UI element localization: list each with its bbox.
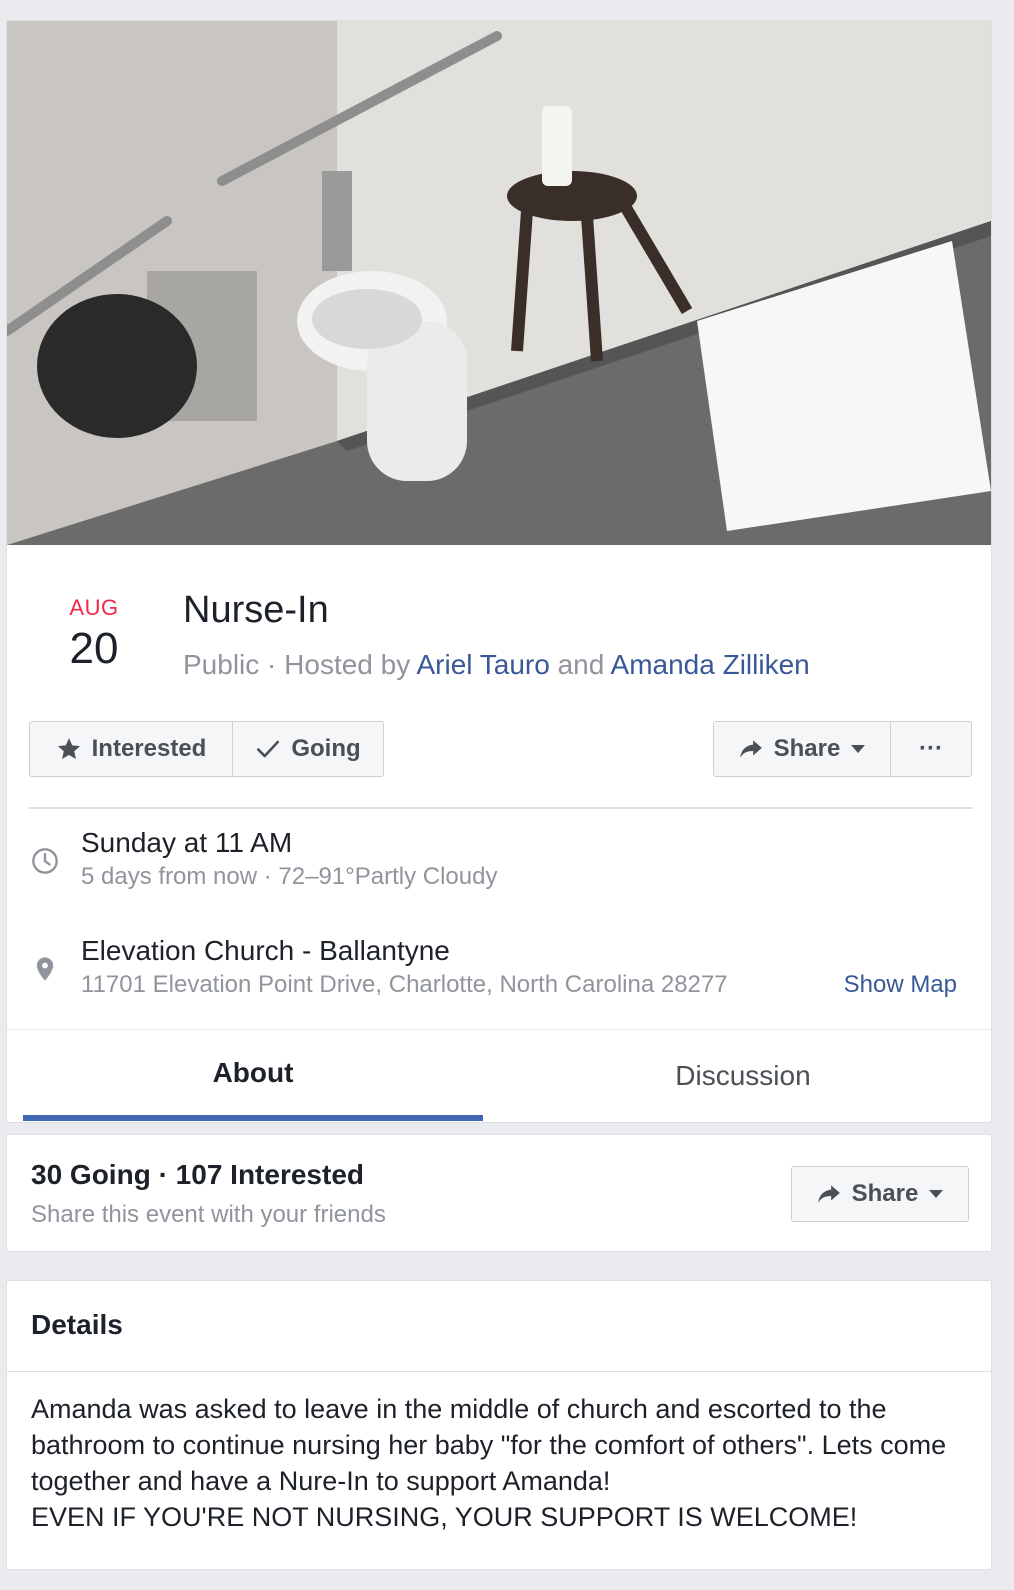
share-event-button[interactable]: Share — [791, 1166, 969, 1222]
event-date-day: 20 — [69, 624, 119, 673]
host-link-ariel[interactable]: Ariel Tauro — [416, 649, 549, 680]
more-options-icon: ··· — [919, 735, 943, 762]
event-title: Nurse-In — [183, 589, 329, 631]
tab-discussion[interactable]: Discussion — [513, 1031, 973, 1121]
event-cover-photo[interactable] — [7, 21, 991, 545]
details-paragraph: EVEN IF YOU'RE NOT NURSING, YOUR SUPPORT… — [31, 1502, 858, 1532]
subtitle-separator: · — [267, 649, 285, 680]
caret-down-icon — [851, 745, 866, 753]
details-body: Amanda was asked to leave in the middle … — [31, 1391, 971, 1535]
event-time-detail: 5 days from now · 72–91°Partly Cloudy — [81, 863, 498, 890]
share-button[interactable]: Share — [713, 721, 891, 777]
check-icon — [257, 740, 280, 758]
interested-button[interactable]: Interested — [29, 721, 233, 777]
star-icon — [57, 738, 80, 759]
tab-about[interactable]: About — [23, 1031, 483, 1121]
share-event-label: Share — [851, 1180, 919, 1207]
going-label: Going — [291, 735, 361, 762]
tabs-divider — [7, 1029, 991, 1030]
event-subtitle: Public · Hosted by Ariel Tauro and Amand… — [183, 649, 810, 681]
event-location-name[interactable]: Elevation Church - Ballantyne — [81, 935, 450, 967]
details-paragraph: Amanda was asked to leave in the middle … — [31, 1394, 947, 1496]
share-label: Share — [773, 735, 841, 762]
header-divider — [29, 807, 973, 809]
event-date-month: AUG — [69, 595, 119, 620]
details-divider — [7, 1371, 991, 1372]
host-conjunction: and — [557, 649, 605, 680]
interested-label: Interested — [91, 735, 207, 762]
event-time[interactable]: Sunday at 11 AM — [81, 827, 292, 859]
host-link-amanda[interactable]: Amanda Zilliken — [611, 649, 810, 680]
event-header-card: AUG 20 Nurse-In Public · Hosted by Ariel… — [6, 20, 992, 1123]
attendance-card: 30 Going · 107 Interested Share this eve… — [6, 1134, 992, 1252]
clock-icon — [32, 848, 58, 874]
show-map-link[interactable]: Show Map — [844, 971, 957, 999]
caret-down-icon — [929, 1190, 944, 1198]
hosted-by-label: Hosted by — [284, 649, 411, 680]
event-privacy: Public — [183, 649, 260, 680]
cover-photo-illustration — [7, 21, 991, 545]
share-prompt: Share this event with your friends — [31, 1201, 386, 1228]
details-card: Details Amanda was asked to leave in the… — [6, 1280, 992, 1570]
going-button[interactable]: Going — [232, 721, 384, 777]
share-arrow-icon — [739, 740, 762, 758]
more-options-button[interactable]: ··· — [890, 721, 972, 777]
map-pin-icon — [36, 957, 54, 981]
share-arrow-icon — [817, 1185, 840, 1203]
event-location-address: 11701 Elevation Point Drive, Charlotte, … — [81, 971, 728, 998]
details-heading: Details — [31, 1309, 123, 1340]
attendance-summary[interactable]: 30 Going · 107 Interested — [31, 1159, 364, 1191]
event-date: AUG 20 — [37, 595, 151, 671]
